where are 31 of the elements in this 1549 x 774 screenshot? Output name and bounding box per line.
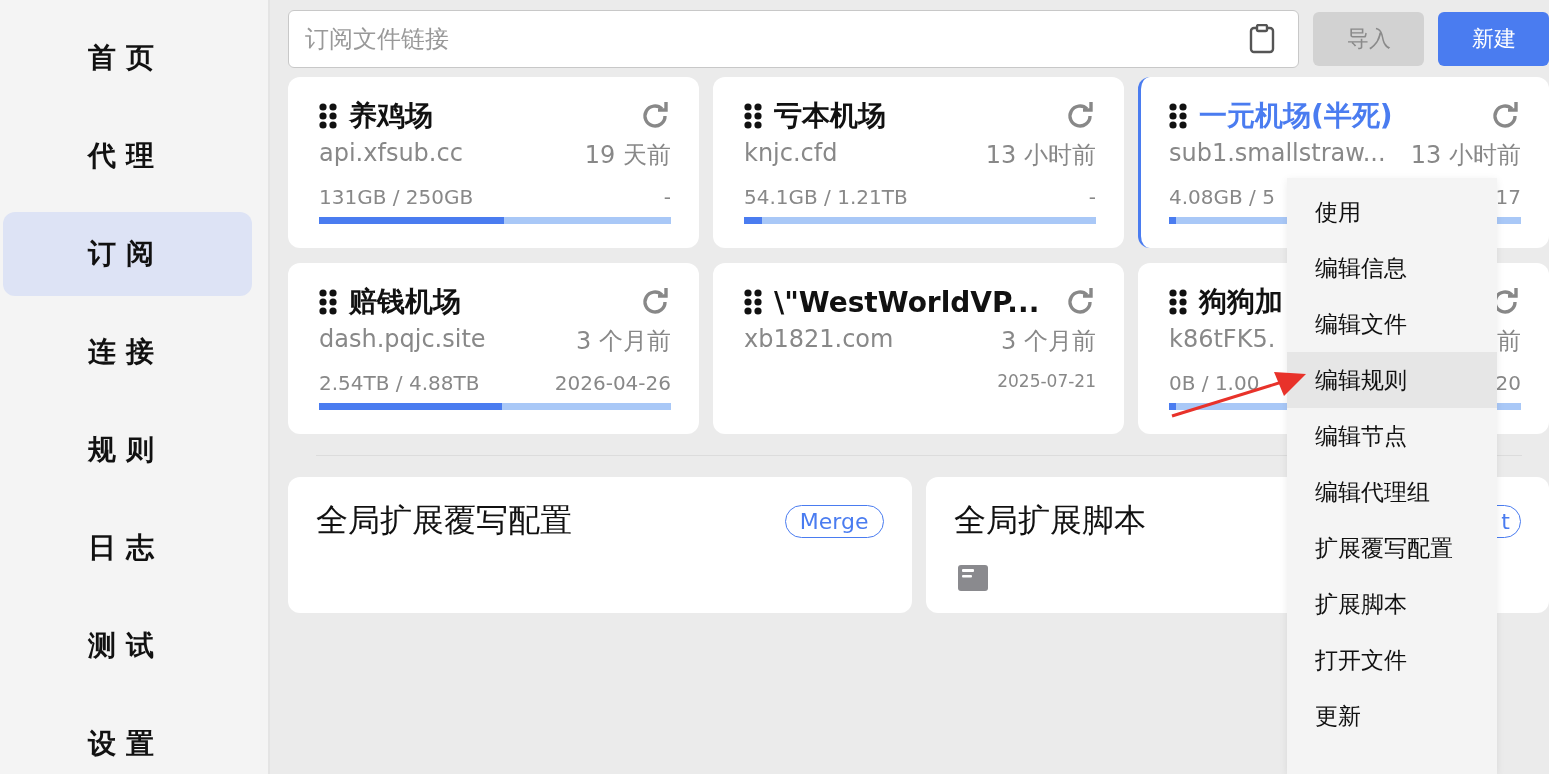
expire-date: 17 xyxy=(1495,185,1521,211)
expire-date: 2026-04-26 xyxy=(554,371,671,397)
profile-title: 狗狗加 xyxy=(1199,284,1284,320)
profile-url: knjc.cfd xyxy=(744,139,838,169)
expire-date: 20 xyxy=(1495,371,1521,397)
profile-title: 赔钱机场 xyxy=(349,284,462,320)
expire-date: - xyxy=(663,185,671,211)
updated-time: 前 xyxy=(1497,326,1521,357)
profile-title: 一元机场(半死) xyxy=(1199,98,1394,134)
updated-time: 3 个月前 xyxy=(576,326,671,357)
profile-title: 亏本机场 xyxy=(774,98,887,134)
updated-time: 19 天前 xyxy=(584,140,671,171)
profile-url: dash.pqjc.site xyxy=(319,325,486,355)
updated-time: 13 小时前 xyxy=(1410,140,1521,171)
profile-url: api.xfsub.cc xyxy=(319,139,463,169)
profile-url: k86tFK5. xyxy=(1169,325,1276,355)
profile-url: xb1821.com xyxy=(744,325,894,355)
usage-text: 0B / 1.00 xyxy=(1169,371,1260,397)
profile-url: sub1.smallstraw... xyxy=(1169,139,1386,169)
profile-title: 养鸡场 xyxy=(349,98,434,134)
expire-date: - xyxy=(1088,185,1096,211)
expire-date: 2025-07-21 xyxy=(997,371,1096,393)
profile-title: \"WestWorldVP... xyxy=(774,285,1041,319)
card-title: 全局扩展覆写配置 xyxy=(316,500,572,541)
usage-text: 131GB / 250GB xyxy=(319,185,474,211)
usage-text: 4.08GB / 5 xyxy=(1169,185,1275,211)
updated-time: 3 个月前 xyxy=(1001,326,1096,357)
usage-text: 2.54TB / 4.88TB xyxy=(319,371,480,397)
usage-text: 54.1GB / 1.21TB xyxy=(744,185,908,211)
card-title: 全局扩展脚本 xyxy=(953,500,1146,541)
updated-time: 13 小时前 xyxy=(985,140,1096,171)
